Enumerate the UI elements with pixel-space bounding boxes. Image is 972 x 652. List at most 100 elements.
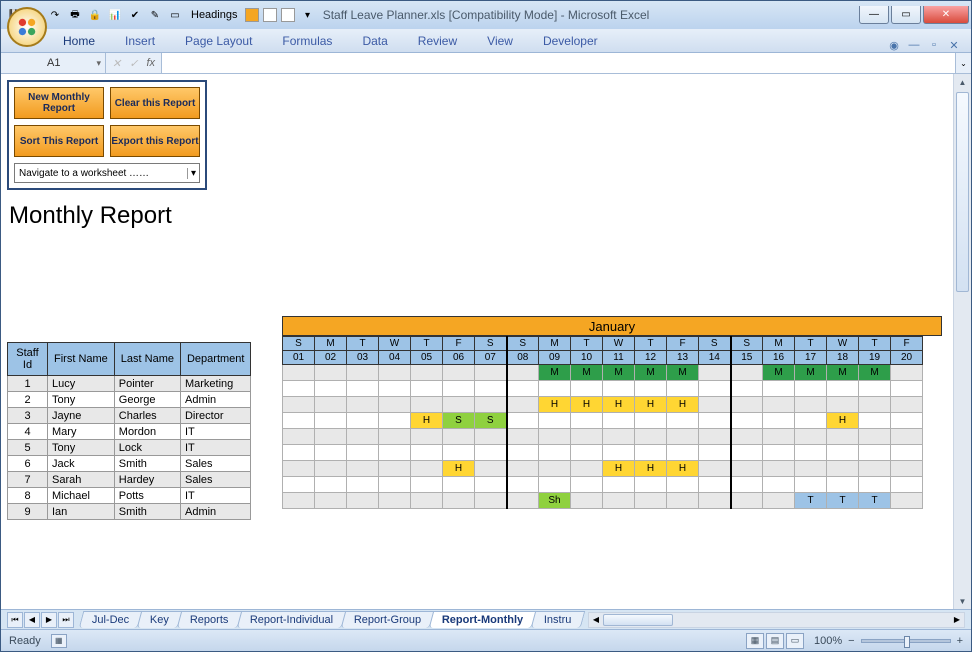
calendar-cell[interactable] [411, 493, 443, 509]
staff-cell[interactable]: IT [180, 488, 250, 504]
calendar-cell[interactable] [827, 445, 859, 461]
calendar-cell[interactable] [635, 429, 667, 445]
calendar-cell[interactable] [379, 413, 411, 429]
calendar-cell[interactable] [827, 397, 859, 413]
sheet-tab-report-individual[interactable]: Report-Individual [237, 611, 347, 628]
calendar-cell[interactable] [763, 445, 795, 461]
calendar-cell[interactable] [475, 381, 507, 397]
sheet-tab-report-monthly[interactable]: Report-Monthly [429, 611, 537, 628]
scroll-thumb[interactable] [956, 92, 969, 292]
sheet-tab-report-group[interactable]: Report-Group [341, 611, 435, 628]
calendar-cell[interactable] [795, 477, 827, 493]
calendar-cell[interactable]: M [859, 365, 891, 381]
calendar-cell[interactable] [507, 429, 539, 445]
staff-cell[interactable]: IT [180, 440, 250, 456]
calendar-cell[interactable] [315, 365, 347, 381]
calendar-cell[interactable] [507, 397, 539, 413]
staff-row[interactable]: 7SarahHardeySales [8, 472, 251, 488]
calendar-cell[interactable] [315, 477, 347, 493]
calendar-cell[interactable] [379, 493, 411, 509]
staff-cell[interactable]: Lock [114, 440, 180, 456]
calendar-cell[interactable] [763, 413, 795, 429]
calendar-cell[interactable] [411, 381, 443, 397]
calendar-cell[interactable] [603, 413, 635, 429]
calendar-cell[interactable] [603, 429, 635, 445]
calendar-cell[interactable] [475, 461, 507, 477]
calendar-cell[interactable] [443, 477, 475, 493]
calendar-cell[interactable]: H [667, 461, 699, 477]
calendar-cell[interactable] [315, 445, 347, 461]
calendar-cell[interactable]: H [635, 397, 667, 413]
sheet-tab-key[interactable]: Key [137, 611, 183, 628]
expand-formula-icon[interactable]: ⌄ [955, 53, 971, 73]
calendar-cell[interactable] [475, 397, 507, 413]
navigate-worksheet-dropdown[interactable]: Navigate to a worksheet …… [14, 163, 200, 183]
staff-row[interactable]: 6JackSmithSales [8, 456, 251, 472]
view3-icon[interactable] [281, 8, 295, 22]
sheet-tab-reports[interactable]: Reports [177, 611, 242, 628]
view2-icon[interactable] [263, 8, 277, 22]
calendar-cell[interactable] [347, 461, 379, 477]
hscroll-thumb[interactable] [603, 614, 673, 626]
zoom-level[interactable]: 100% [814, 635, 842, 647]
normal-view-icon[interactable]: ▦ [746, 633, 764, 649]
calendar-cell[interactable] [507, 493, 539, 509]
staff-cell[interactable]: Admin [180, 392, 250, 408]
calendar-cell[interactable] [635, 445, 667, 461]
calendar-cell[interactable] [347, 493, 379, 509]
calendar-cell[interactable] [443, 445, 475, 461]
office-button[interactable] [7, 7, 47, 47]
staff-cell[interactable]: Pointer [114, 376, 180, 392]
tab-last-icon[interactable]: ⏭ [58, 612, 74, 628]
calendar-cell[interactable] [411, 477, 443, 493]
hscroll-right-icon[interactable]: ▶ [950, 615, 964, 624]
zoom-out-icon[interactable]: − [848, 635, 854, 647]
calendar-cell[interactable] [667, 381, 699, 397]
export-report-button[interactable]: Export this Report [110, 125, 200, 157]
vertical-scrollbar[interactable]: ▲ ▼ [953, 74, 971, 609]
calendar-cell[interactable]: M [571, 365, 603, 381]
calendar-cell[interactable] [731, 397, 763, 413]
calendar-cell[interactable] [379, 397, 411, 413]
calendar-cell[interactable] [347, 365, 379, 381]
calendar-cell[interactable] [891, 429, 923, 445]
calendar-cell[interactable] [443, 493, 475, 509]
calendar-cell[interactable] [603, 493, 635, 509]
calendar-cell[interactable] [379, 461, 411, 477]
calendar-cell[interactable]: M [763, 365, 795, 381]
calendar-cell[interactable] [731, 493, 763, 509]
calendar-cell[interactable] [667, 477, 699, 493]
calendar-cell[interactable] [379, 477, 411, 493]
calendar-cell[interactable] [347, 445, 379, 461]
calendar-cell[interactable] [347, 429, 379, 445]
staff-cell[interactable]: Jayne [48, 408, 115, 424]
calendar-cell[interactable] [795, 397, 827, 413]
staff-cell[interactable]: Marketing [180, 376, 250, 392]
calendar-cell[interactable] [379, 445, 411, 461]
calendar-cell[interactable] [571, 429, 603, 445]
calendar-cell[interactable] [795, 461, 827, 477]
zoom-slider[interactable] [861, 639, 951, 643]
calendar-cell[interactable] [891, 413, 923, 429]
calendar-cell[interactable] [411, 365, 443, 381]
calendar-cell[interactable] [539, 381, 571, 397]
sheet-tab-instru[interactable]: Instru [531, 611, 585, 628]
scroll-down-icon[interactable]: ▼ [954, 593, 971, 609]
calendar-cell[interactable] [283, 493, 315, 509]
calendar-cell[interactable] [315, 397, 347, 413]
staff-cell[interactable]: 5 [8, 440, 48, 456]
calendar-cell[interactable]: T [827, 493, 859, 509]
calendar-cell[interactable] [315, 413, 347, 429]
calendar-cell[interactable]: H [571, 397, 603, 413]
staff-cell[interactable]: George [114, 392, 180, 408]
staff-cell[interactable]: Mordon [114, 424, 180, 440]
calendar-cell[interactable]: Sh [539, 493, 571, 509]
calendar-cell[interactable] [443, 365, 475, 381]
lock-icon[interactable]: 🔒 [87, 7, 103, 23]
new-monthly-report-button[interactable]: New Monthly Report [14, 87, 104, 119]
staff-cell[interactable]: Sales [180, 472, 250, 488]
calendar-cell[interactable] [539, 477, 571, 493]
calendar-cell[interactable] [283, 445, 315, 461]
page-break-view-icon[interactable]: ▭ [786, 633, 804, 649]
calendar-cell[interactable]: T [795, 493, 827, 509]
